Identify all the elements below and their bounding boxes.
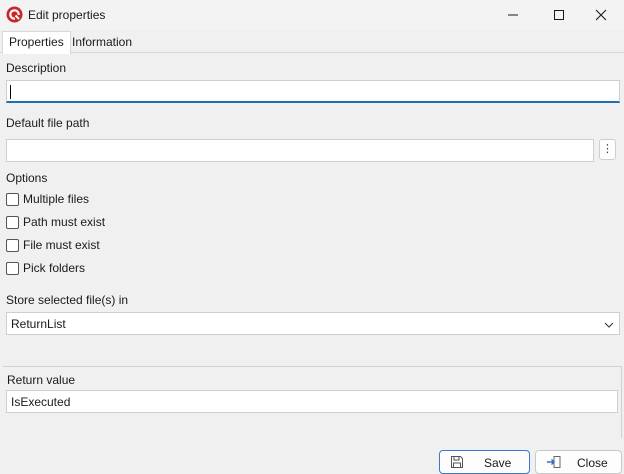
options-label: Options [6, 171, 48, 185]
option-pick-folders[interactable]: Pick folders [6, 260, 85, 276]
maximize-button[interactable] [536, 0, 582, 30]
option-label: Multiple files [23, 192, 90, 206]
default-path-label: Default file path [6, 116, 90, 130]
minimize-button[interactable] [490, 0, 536, 30]
app-logo-icon [6, 6, 23, 23]
option-multiple-files[interactable]: Multiple files [6, 191, 89, 207]
return-value-panel: Return value IsExecuted [3, 366, 622, 438]
save-icon [450, 455, 464, 472]
checkbox[interactable] [6, 261, 19, 275]
browse-button[interactable]: ⋮ [599, 139, 616, 160]
close-icon [595, 9, 607, 21]
option-path-must-exist[interactable]: Path must exist [6, 214, 105, 230]
exit-icon [546, 455, 562, 472]
close-button[interactable]: Close [535, 450, 622, 474]
store-select[interactable]: ReturnList [6, 312, 620, 335]
title-bar: Edit properties [0, 0, 624, 30]
option-file-must-exist[interactable]: File must exist [6, 237, 100, 253]
option-label: Pick folders [23, 261, 86, 275]
window-title: Edit properties [28, 8, 106, 22]
more-vertical-icon: ⋮ [602, 143, 613, 155]
chevron-down-icon [604, 319, 614, 333]
close-window-button[interactable] [578, 0, 624, 30]
save-button[interactable]: Save [439, 450, 530, 474]
description-label: Description [6, 61, 67, 75]
checkbox[interactable] [6, 215, 19, 229]
tab-strip: Properties Information [0, 30, 624, 54]
close-label: Close [577, 456, 608, 470]
return-value-input[interactable]: IsExecuted [6, 390, 618, 413]
maximize-icon [554, 10, 564, 20]
description-input[interactable] [6, 80, 620, 103]
save-label: Save [484, 456, 512, 470]
return-value-text: IsExecuted [11, 395, 71, 409]
tab-properties[interactable]: Properties [2, 31, 71, 54]
checkbox[interactable] [6, 192, 19, 206]
checkbox[interactable] [6, 238, 19, 252]
tab-information[interactable]: Information [66, 32, 138, 53]
store-value: ReturnList [11, 317, 66, 331]
store-label: Store selected file(s) in [6, 293, 129, 307]
text-caret [10, 85, 11, 99]
minimize-icon [508, 14, 518, 16]
option-label: File must exist [23, 238, 100, 252]
return-value-label: Return value [7, 373, 76, 387]
option-label: Path must exist [23, 215, 106, 229]
default-path-input[interactable] [6, 139, 594, 162]
